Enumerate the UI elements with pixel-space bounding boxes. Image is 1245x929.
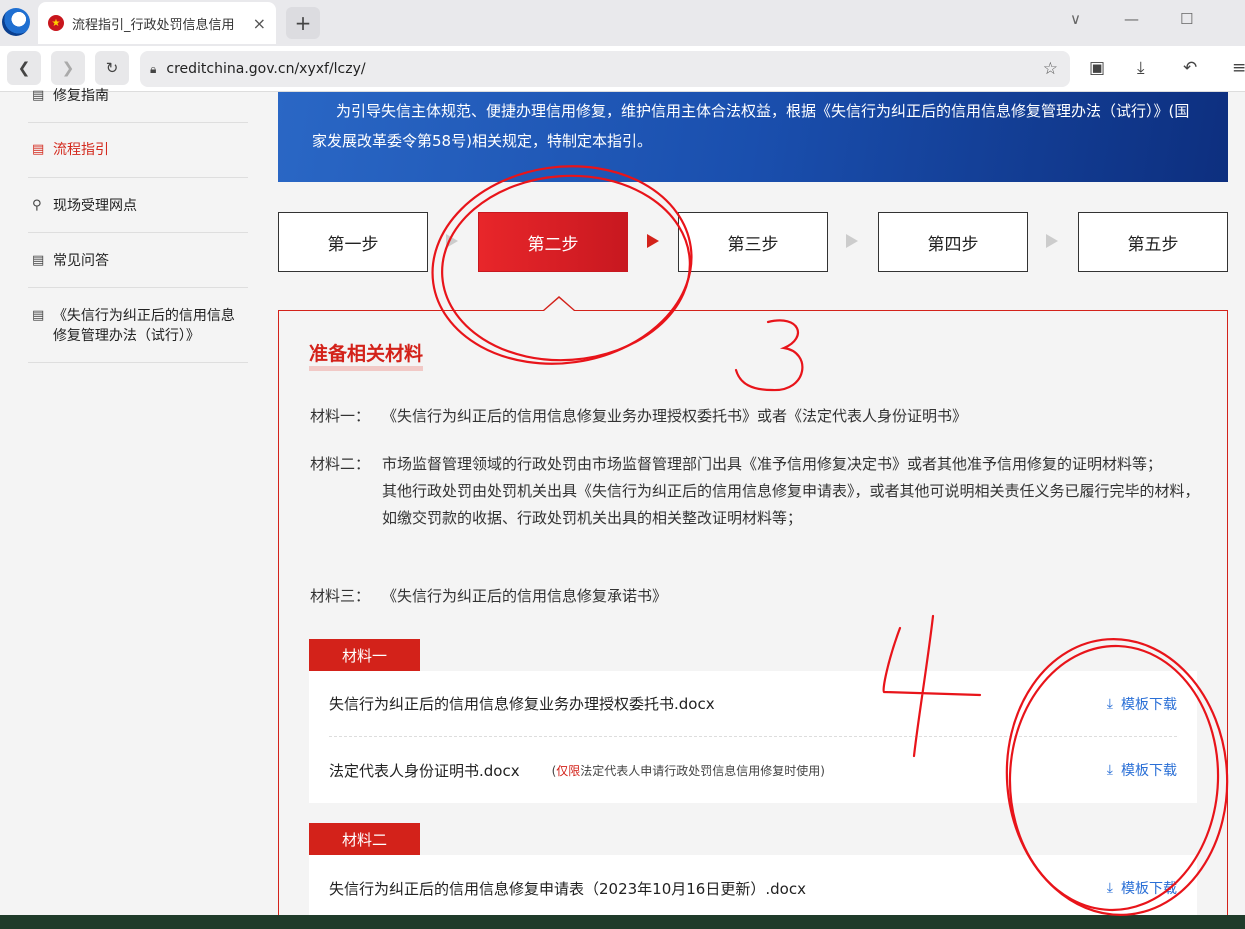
- sidebar-item-service-points[interactable]: ⚲ 现场受理网点: [28, 196, 248, 233]
- file-row: 失信行为纠正后的信用信息修复业务办理授权委托书.docx ⤓ 模板下载: [329, 671, 1177, 737]
- browser-tab[interactable]: ★ 流程指引_行政处罚信息信用 ×: [38, 2, 276, 44]
- tab-title: 流程指引_行政处罚信息信用: [72, 17, 235, 33]
- download-icon: ⤓: [1106, 762, 1113, 778]
- step-5-button[interactable]: 第五步: [1078, 212, 1228, 272]
- note-text: 法定代表人申请行政处罚信息信用修复时使用): [580, 763, 825, 778]
- new-tab-button[interactable]: +: [286, 7, 320, 39]
- file-row: 失信行为纠正后的信用信息修复申请表（2023年10月16日更新）.docx ⤓ …: [329, 855, 1177, 921]
- search-icon: ⚲: [32, 198, 42, 213]
- file-name: 失信行为纠正后的信用信息修复申请表（2023年10月16日更新）.docx: [329, 879, 806, 898]
- step-arrow-icon: [846, 234, 858, 248]
- file-list: 失信行为纠正后的信用信息修复业务办理授权委托书.docx ⤓ 模板下载 法定代表…: [309, 671, 1197, 803]
- document-icon: ▤: [32, 142, 45, 157]
- sidebar-item-label: 现场受理网点: [53, 198, 137, 214]
- sidebar-item-label: 《失信行为纠正后的信用信息修复管理办法（试行）》: [52, 308, 235, 344]
- site-favicon-icon: ★: [48, 15, 64, 31]
- download-label: 模板下载: [1121, 763, 1177, 779]
- step-4-button[interactable]: 第四步: [878, 212, 1028, 272]
- sidebar-item-label: 流程指引: [53, 142, 109, 158]
- sidebar-item-repair-guide[interactable]: ▤ 修复指南: [28, 86, 248, 123]
- step-1-button[interactable]: 第一步: [278, 212, 428, 272]
- material-tag: 材料二: [309, 823, 420, 855]
- step-arrow-icon: [446, 234, 458, 248]
- material-text: 市场监督管理领域的行政处罚由市场监督管理部门出具《准予信用修复决定书》或者其他准…: [382, 451, 1200, 532]
- download-icon: ⤓: [1106, 880, 1113, 896]
- sidebar-item-label: 修复指南: [53, 88, 109, 104]
- intro-banner: 为引导失信主体规范、便捷办理信用修复，维护信用主体合法权益，根据《失信行为纠正后…: [278, 92, 1228, 182]
- material-line: 市场监督管理领域的行政处罚由市场监督管理部门出具《准予信用修复决定书》或者其他准…: [382, 455, 1163, 473]
- sidebar-item-regulation[interactable]: ▤ 《失信行为纠正后的信用信息修复管理办法（试行）》: [28, 306, 248, 363]
- taskbar-edge: [0, 915, 1245, 929]
- section-title: 准备相关材料: [309, 342, 424, 371]
- back-arrow-icon: ❮: [17, 59, 31, 77]
- material-text: 《失信行为纠正后的信用信息修复业务办理授权委托书》或者《法定代表人身份证明书》: [382, 407, 968, 425]
- banner-text: 为引导失信主体规范、便捷办理信用修复，维护信用主体合法权益，根据《失信行为纠正后…: [312, 102, 1190, 150]
- document-icon: ▤: [32, 88, 45, 103]
- reload-button[interactable]: ↻: [95, 51, 129, 85]
- file-name: 失信行为纠正后的信用信息修复业务办理授权委托书.docx: [329, 695, 715, 713]
- forward-button[interactable]: ❯: [51, 51, 85, 85]
- material-key: 材料一：: [310, 407, 371, 425]
- url-text: creditchina.gov.cn/xyxf/lczy/: [166, 61, 366, 77]
- note-highlight: 仅限: [556, 763, 581, 778]
- material-text: 《失信行为纠正后的信用信息修复承诺书》: [382, 587, 668, 605]
- material-item: 材料三： 《失信行为纠正后的信用信息修复承诺书》: [310, 583, 1200, 610]
- bookmark-star-icon[interactable]: ☆: [1043, 59, 1058, 79]
- sidebar-item-faq[interactable]: ▤ 常见问答: [28, 251, 248, 288]
- url-field[interactable]: 🔒︎ creditchina.gov.cn/xyxf/lczy/ ☆: [140, 51, 1070, 87]
- collections-icon[interactable]: ▣: [1089, 58, 1105, 78]
- material-item: 材料一： 《失信行为纠正后的信用信息修复业务办理授权委托书》或者《法定代表人身份…: [310, 403, 1200, 430]
- file-note: (仅限法定代表人申请行政处罚信息信用修复时使用): [552, 762, 825, 779]
- document-icon: ▤: [32, 308, 45, 323]
- material-tag: 材料一: [309, 639, 420, 671]
- undo-icon[interactable]: ↶: [1183, 58, 1197, 78]
- lock-icon: 🔒︎: [150, 61, 157, 76]
- close-tab-icon[interactable]: ×: [253, 14, 266, 33]
- maximize-icon[interactable]: ☐: [1180, 10, 1193, 28]
- file-row: 法定代表人身份证明书.docx (仅限法定代表人申请行政处罚信息信用修复时使用)…: [329, 737, 1177, 803]
- template-download-link[interactable]: ⤓ 模板下载: [1107, 878, 1177, 898]
- template-download-link[interactable]: ⤓ 模板下载: [1107, 694, 1177, 714]
- step-3-button[interactable]: 第三步: [678, 212, 828, 272]
- template-download-link[interactable]: ⤓ 模板下载: [1107, 760, 1177, 780]
- file-name: 法定代表人身份证明书.docx: [329, 761, 520, 780]
- step-arrow-icon: [1046, 234, 1058, 248]
- menu-icon[interactable]: ≡: [1232, 58, 1245, 78]
- reload-icon: ↻: [105, 59, 119, 77]
- sidebar: ▤ 修复指南 ▤ 流程指引 ⚲ 现场受理网点 ▤ 常见问答 ▤ 《失信行为纠正后…: [0, 88, 260, 929]
- download-icon[interactable]: ⤓: [1137, 58, 1145, 78]
- sidebar-item-label: 常见问答: [53, 253, 109, 269]
- tab-bar: ★ 流程指引_行政处罚信息信用 × + ∨ — ☐: [0, 0, 1245, 46]
- material-key: 材料二：: [310, 455, 371, 473]
- download-icon: ⤓: [1106, 695, 1113, 712]
- download-label: 模板下载: [1121, 696, 1177, 713]
- material-key: 材料三：: [310, 587, 371, 605]
- tab-list-chevron-icon[interactable]: ∨: [1070, 10, 1081, 28]
- download-label: 模板下载: [1121, 881, 1177, 897]
- minimize-icon[interactable]: —: [1124, 10, 1139, 28]
- back-button[interactable]: ❮: [7, 51, 41, 85]
- step-2-button[interactable]: 第二步: [478, 212, 628, 272]
- browser-logo-icon: [2, 8, 30, 36]
- sidebar-item-process-guide[interactable]: ▤ 流程指引: [28, 140, 248, 178]
- document-icon: ▤: [32, 253, 45, 268]
- material-item: 材料二： 市场监督管理领域的行政处罚由市场监督管理部门出具《准予信用修复决定书》…: [310, 451, 1200, 532]
- material-line: 其他行政处罚由处罚机关出具《失信行为纠正后的信用信息修复申请表》，或者其他可说明…: [382, 482, 1200, 527]
- step-arrow-icon: [647, 234, 659, 248]
- active-step-pointer-fill: [544, 298, 574, 311]
- forward-arrow-icon: ❯: [61, 59, 75, 77]
